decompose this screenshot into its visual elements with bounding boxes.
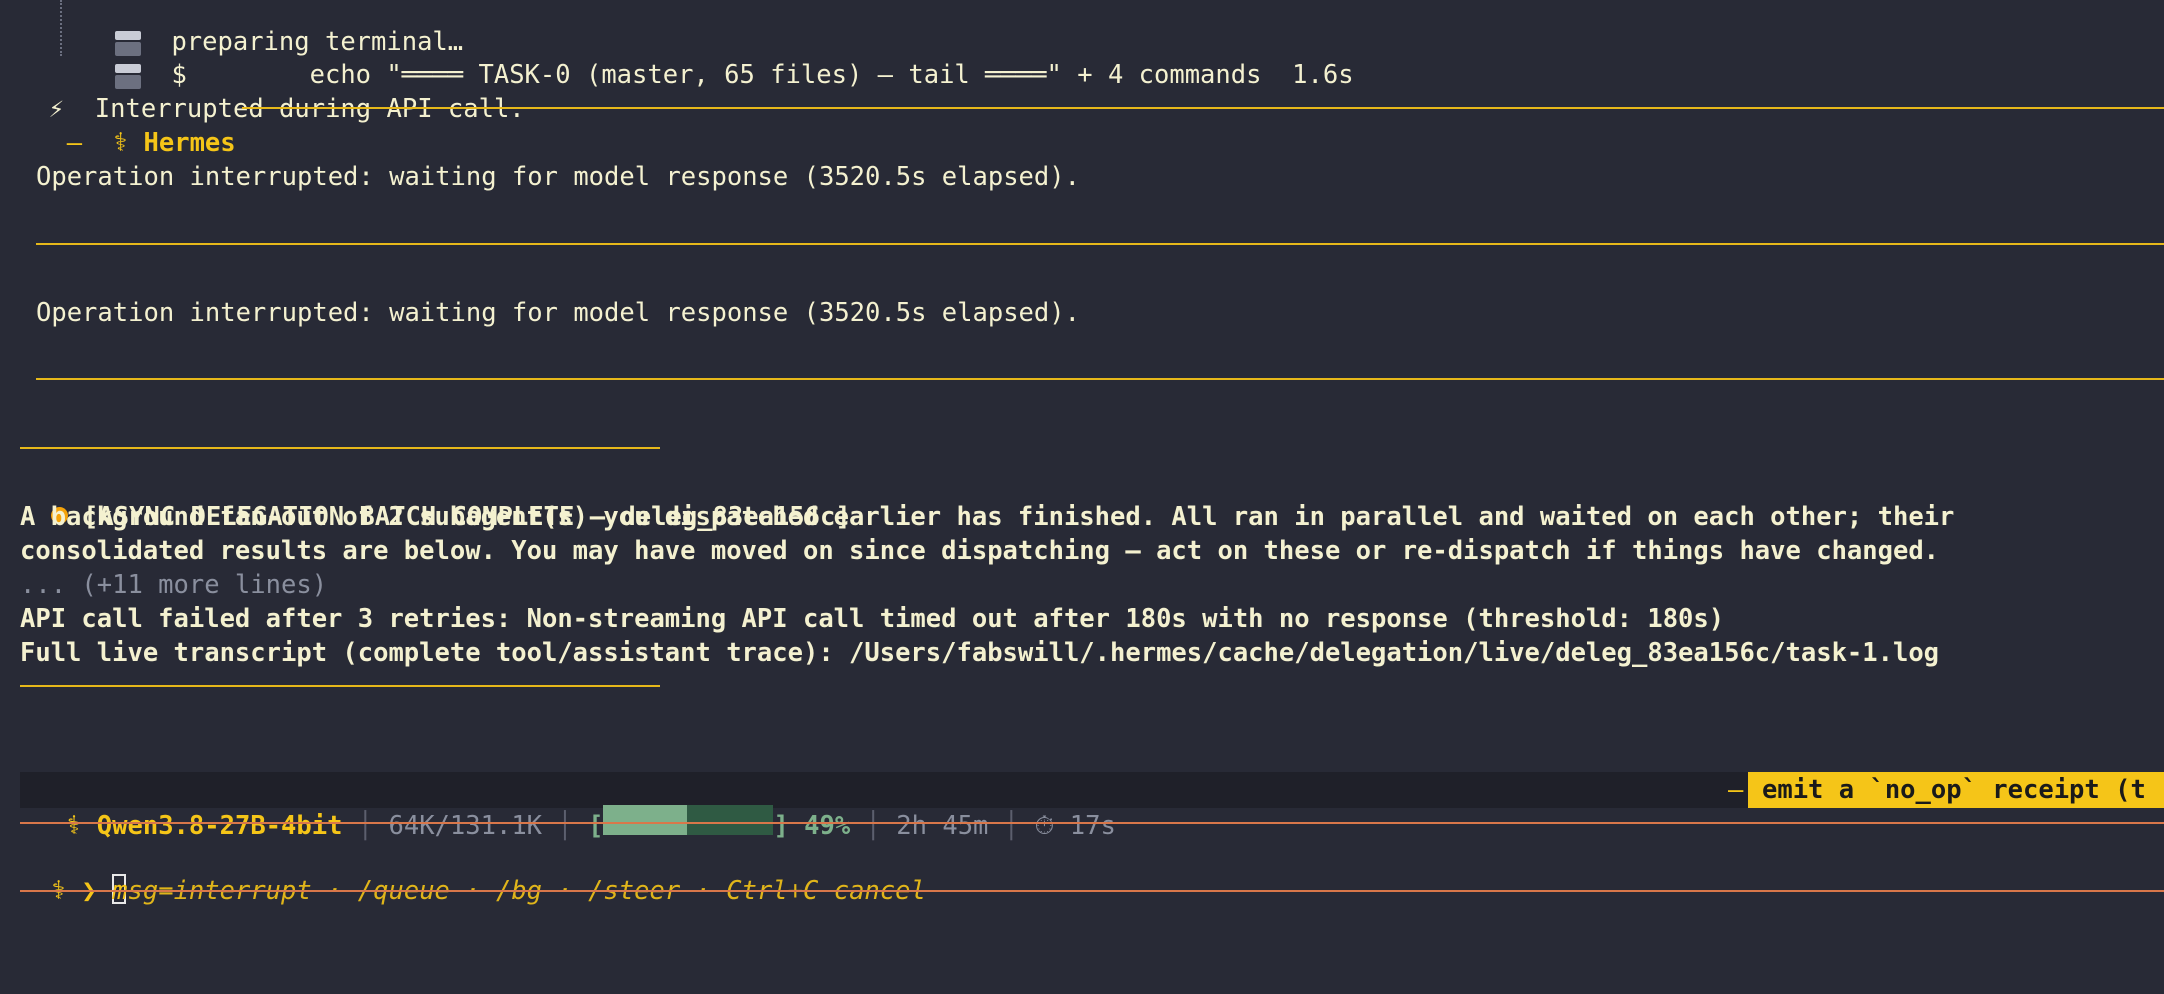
- progress-close-bracket: ]: [773, 811, 789, 841]
- prompt-bottom-border: [20, 890, 2164, 892]
- delegation-bottom-rule: [20, 685, 660, 687]
- context-progress-fill: [603, 805, 687, 835]
- delegation-line-2: consolidated results are below. You may …: [20, 536, 1940, 566]
- tree-row-preparing: preparing terminal…: [84, 0, 463, 57]
- context-progress-bar: [603, 805, 774, 835]
- prompt-top-border: [20, 822, 2164, 824]
- caduceus-icon: ⚕: [112, 128, 129, 158]
- delegation-top-rule: [20, 447, 660, 449]
- status-tip: emit a `no_op` receipt (t: [1748, 772, 2164, 808]
- interrupt-line: ⚡ Interrupted during API call.: [18, 58, 525, 124]
- hermes-title: Hermes: [143, 128, 236, 158]
- token-usage: 64K/131.1K: [388, 811, 543, 841]
- elapsed-time: 17s: [1069, 811, 1116, 841]
- model-name: Qwen3.8-27B-4bit: [96, 811, 343, 841]
- tree-guide: [60, 0, 62, 56]
- hermes-message-1: Operation interrupted: waiting for model…: [36, 162, 1080, 192]
- delegation-more-lines[interactable]: ... (+11 more lines): [20, 568, 327, 602]
- progress-open-bracket: [: [588, 811, 604, 841]
- hermes-title-dash: —: [66, 128, 83, 158]
- delegation-line-1: A background fan-out of 2 subagent(s) yo…: [20, 502, 1955, 532]
- hermes-divider-2: [36, 378, 2164, 380]
- hermes-divider-1: [36, 243, 2164, 245]
- session-time: 2h 45m: [896, 811, 989, 841]
- tree-row-command: $ echo "════ TASK-0 (master, 65 files) —…: [84, 24, 1354, 90]
- progress-percent: 49%: [804, 811, 851, 841]
- prompt-input[interactable]: ⚕ ❯ msg=interrupt · /queue · /bg · /stee…: [20, 840, 926, 906]
- delegation-error: API call failed after 3 retries: Non-str…: [20, 604, 1725, 634]
- delegation-header: [ASYNC DELEGATION BATCH COMPLETE — deleg…: [20, 466, 851, 532]
- caduceus-icon: ⚕: [66, 811, 82, 841]
- hermes-panel-title: — ⚕ Hermes: [36, 92, 236, 158]
- tip-dash: —: [1728, 775, 1744, 805]
- timer-icon: ⏱: [1034, 811, 1055, 841]
- hermes-title-rule: [242, 107, 2164, 109]
- delegation-transcript[interactable]: Full live transcript (complete tool/assi…: [20, 636, 1939, 670]
- hermes-message-2: Operation interrupted: waiting for model…: [36, 298, 1080, 328]
